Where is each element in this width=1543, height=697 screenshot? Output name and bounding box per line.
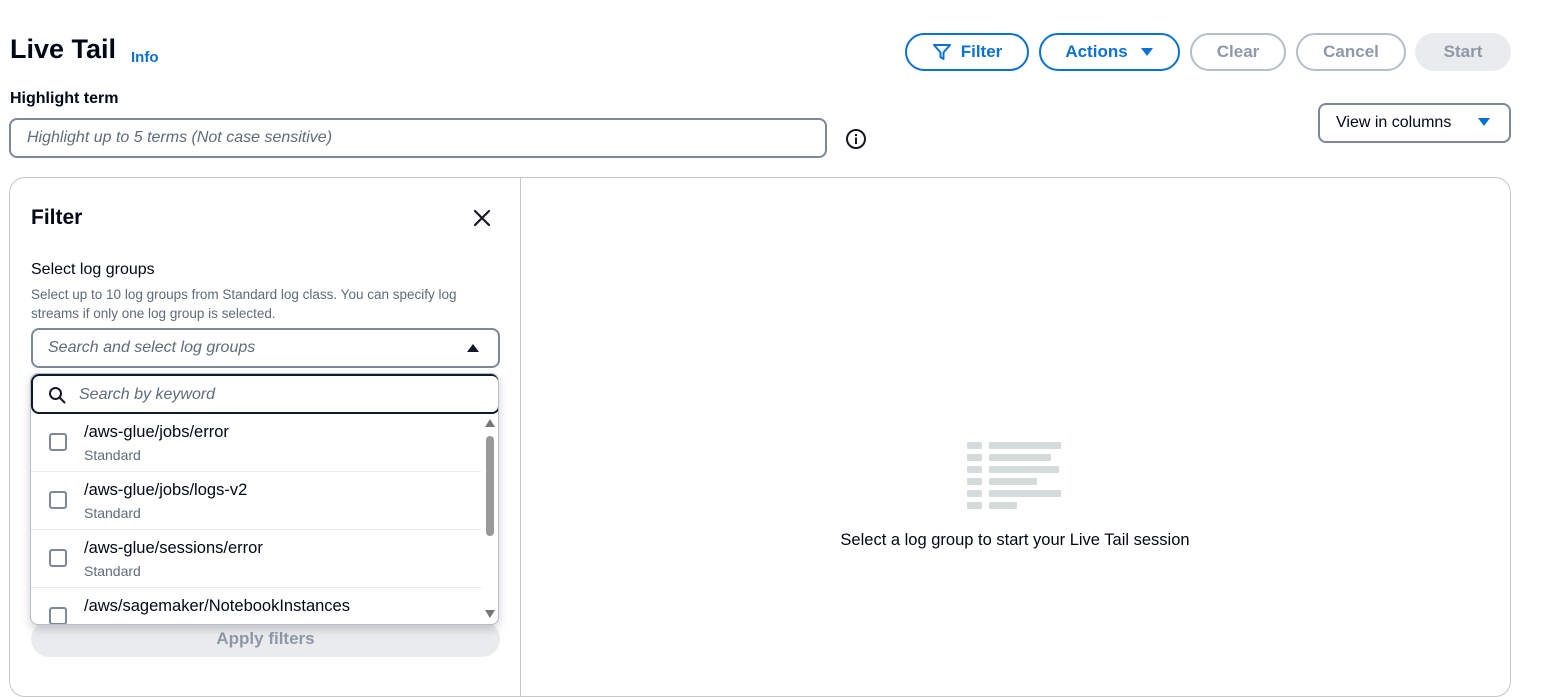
log-group-option[interactable]: /aws-glue/jobs/error Standard [31,414,481,472]
start-button[interactable]: Start [1415,33,1511,71]
log-group-option[interactable]: /aws-glue/sessions/error Standard [31,530,481,588]
log-groups-select[interactable]: Search and select log groups [31,328,500,368]
filter-button[interactable]: Filter [905,33,1029,71]
dropdown-scrollbar[interactable] [482,414,498,624]
log-group-name: /aws-glue/jobs/logs-v2 [84,481,248,499]
log-group-options: /aws-glue/jobs/error Standard /aws-glue/… [31,414,481,624]
apply-filters-button[interactable]: Apply filters [31,621,500,657]
log-group-name: /aws/sagemaker/NotebookInstances [84,597,350,615]
log-group-class: Standard [84,621,141,624]
log-groups-description: Select up to 10 log groups from Standard… [31,287,457,321]
log-groups-select-placeholder: Search and select log groups [48,339,256,356]
log-group-name: /aws-glue/sessions/error [84,539,263,557]
clear-button[interactable]: Clear [1190,33,1286,71]
keyword-search-box [31,374,498,414]
log-group-checkbox[interactable] [49,433,67,451]
info-link[interactable]: Info [131,49,159,66]
caret-up-icon [467,344,479,352]
actions-button-label: Actions [1065,42,1128,61]
filter-button-label: Filter [960,42,1003,61]
log-group-class: Standard [84,563,141,579]
log-lines-icon [967,442,1061,509]
caret-down-icon [1140,48,1153,56]
log-group-checkbox[interactable] [49,491,67,509]
close-icon[interactable] [472,208,492,228]
log-group-class: Standard [84,505,141,521]
filter-pane-title: Filter [31,206,83,229]
search-icon [49,387,66,404]
highlight-term-input[interactable] [9,118,827,158]
cancel-button[interactable]: Cancel [1296,33,1406,71]
log-group-checkbox[interactable] [49,549,67,567]
highlight-term-label: Highlight term [10,90,119,107]
log-group-checkbox[interactable] [49,607,67,624]
log-group-option[interactable]: /aws-glue/jobs/logs-v2 Standard [31,472,481,530]
scroll-down-arrow-icon[interactable] [485,610,495,618]
log-group-class: Standard [84,447,141,463]
log-groups-dropdown: /aws-glue/jobs/error Standard /aws-glue/… [30,373,499,625]
log-group-option[interactable]: /aws/sagemaker/NotebookInstances Standar… [31,588,481,624]
actions-button[interactable]: Actions [1039,33,1180,71]
scroll-up-arrow-icon[interactable] [485,419,495,427]
page-title: Live Tail [10,34,117,64]
caret-down-icon [1478,118,1490,126]
keyword-search-input[interactable] [77,382,481,408]
info-circle-icon[interactable] [845,128,867,150]
log-groups-label: Select log groups [31,261,155,278]
filter-icon [932,44,951,60]
scrollbar-thumb[interactable] [486,436,494,536]
empty-state-message: Select a log group to start your Live Ta… [840,531,1190,549]
view-mode-selected: View in columns [1336,114,1452,131]
view-mode-select[interactable]: View in columns [1318,103,1511,143]
log-group-name: /aws-glue/jobs/error [84,423,229,441]
